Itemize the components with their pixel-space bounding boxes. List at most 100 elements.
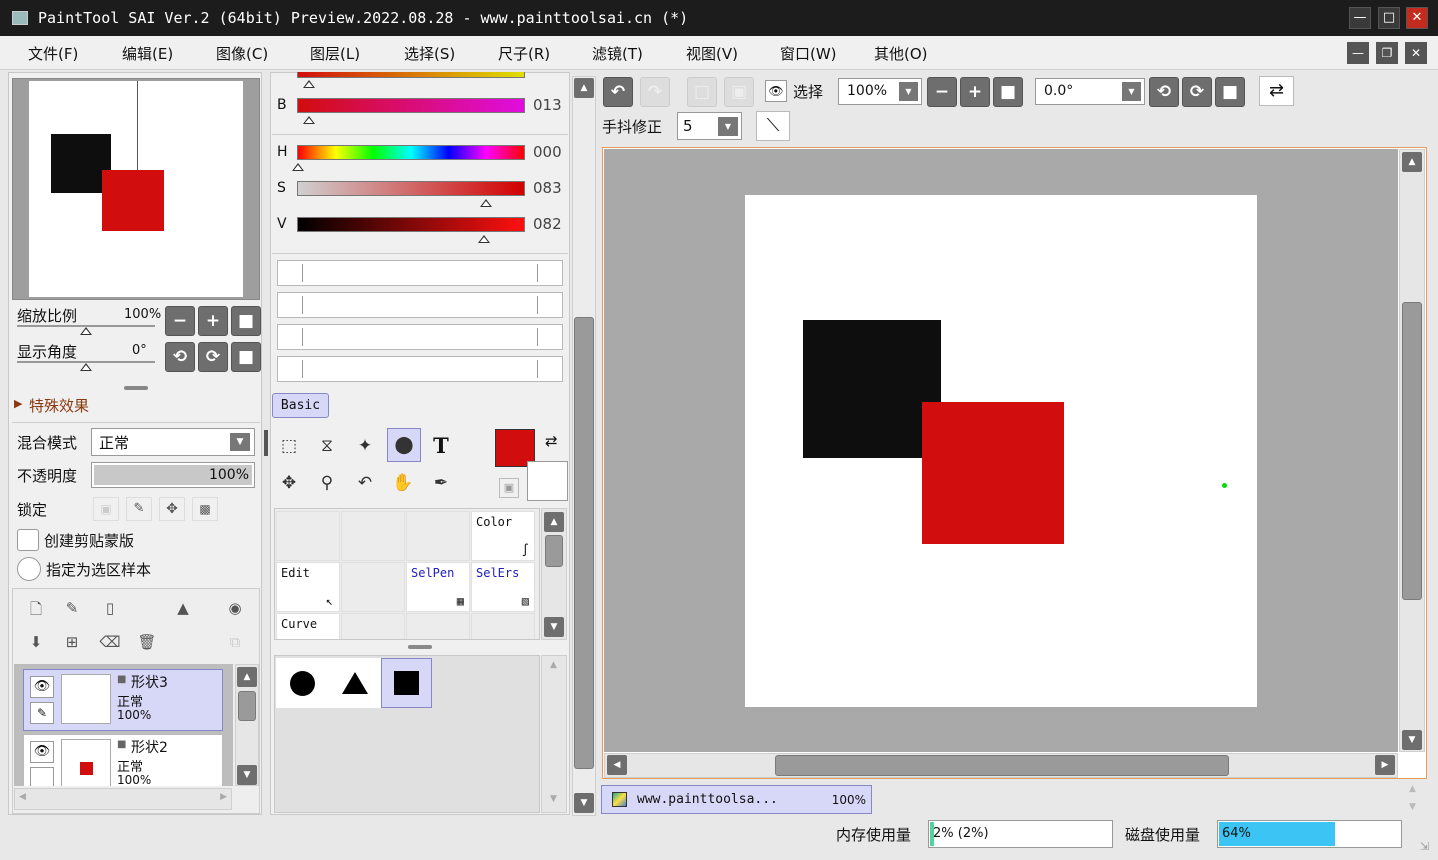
- panel-splitter[interactable]: [124, 386, 148, 390]
- new-folder-icon[interactable]: ▯: [98, 599, 122, 617]
- scroll-up-icon[interactable]: ▲: [1402, 152, 1422, 172]
- lasso-select-icon[interactable]: ⧖: [311, 430, 343, 462]
- effects-label[interactable]: 特殊效果: [29, 395, 89, 416]
- toolbar-zoom-out-button[interactable]: −: [927, 77, 957, 107]
- shape-tool-icon[interactable]: ⬤: [387, 428, 421, 462]
- s-slider-handle[interactable]: [480, 199, 492, 207]
- toolbar-zoom-in-button[interactable]: +: [960, 77, 990, 107]
- scroll-thumb[interactable]: [545, 535, 563, 567]
- transparent-color-icon[interactable]: ▣: [499, 478, 519, 498]
- v-slider-handle[interactable]: [478, 235, 490, 243]
- merge-down-icon[interactable]: ⬇: [24, 633, 48, 651]
- menu-other[interactable]: 其他(O): [874, 43, 928, 64]
- custom-slider-4[interactable]: [277, 356, 563, 382]
- g-slider-handle[interactable]: [303, 80, 315, 88]
- stabilizer-line-icon[interactable]: ⟍: [756, 111, 790, 141]
- deselect-button[interactable]: □: [687, 77, 717, 107]
- layer-mask-icon[interactable]: ◉: [223, 599, 247, 617]
- scroll-down-icon[interactable]: ▼: [544, 617, 564, 637]
- lock-all-icon[interactable]: ▩: [192, 497, 218, 521]
- lock-paint-icon[interactable]: ✎: [126, 497, 152, 521]
- brush-slot-empty[interactable]: [341, 511, 405, 561]
- zoom-in-button[interactable]: +: [198, 306, 228, 336]
- scroll-right-icon[interactable]: ▶: [220, 792, 227, 802]
- clip-mask-checkbox[interactable]: [17, 529, 39, 551]
- shape-circle[interactable]: [276, 658, 329, 708]
- tab-scroll-down-icon[interactable]: ▼: [1409, 802, 1416, 812]
- layer-list-hscrollbar[interactable]: ◀ ▶: [14, 788, 232, 810]
- scroll-up-icon[interactable]: ▲: [544, 512, 564, 532]
- brush-slot-empty[interactable]: [406, 511, 470, 561]
- scroll-left-icon[interactable]: ◀: [607, 755, 627, 775]
- canvas-paper[interactable]: [745, 195, 1257, 707]
- selection-eye-icon[interactable]: 👁: [765, 80, 787, 102]
- edit-pen-icon[interactable]: ✎: [30, 702, 54, 724]
- edit-pen-slot[interactable]: [30, 767, 54, 786]
- s-slider-bar[interactable]: [297, 181, 525, 196]
- brush-slot-edit[interactable]: Edit ↖: [276, 562, 340, 612]
- zoom-out-button[interactable]: −: [165, 306, 195, 336]
- panel-edge-handle[interactable]: [264, 430, 268, 456]
- expand-arrow-icon[interactable]: ▶: [14, 397, 22, 410]
- scroll-thumb[interactable]: [238, 691, 256, 721]
- secondary-color-swatch[interactable]: [527, 461, 568, 501]
- scroll-up-icon[interactable]: ▲: [550, 660, 557, 670]
- lock-transparency-icon[interactable]: ▣: [93, 497, 119, 521]
- canvas-vscrollbar[interactable]: ▲ ▼: [1399, 149, 1425, 752]
- custom-slider-3[interactable]: [277, 324, 563, 350]
- brush-slot-selers[interactable]: SelErs ▧: [471, 562, 535, 612]
- brush-slot-empty[interactable]: [341, 613, 405, 639]
- layer-list-scrollbar[interactable]: ▲ ▼: [235, 664, 259, 786]
- text-tool-icon[interactable]: T: [425, 430, 457, 462]
- brush-slot-empty[interactable]: [471, 613, 535, 639]
- scroll-down-icon[interactable]: ▼: [574, 793, 594, 813]
- angle-combo[interactable]: 0.0° ▼: [1035, 78, 1145, 105]
- hand-tool-icon[interactable]: ✋: [387, 467, 419, 499]
- scroll-left-icon[interactable]: ◀: [19, 792, 26, 802]
- shape-list-scrollbar[interactable]: ▲ ▼: [541, 655, 567, 813]
- stabilizer-select[interactable]: 5 ▼: [677, 112, 742, 140]
- doc-minimize-icon[interactable]: —: [1347, 42, 1369, 64]
- scroll-up-icon[interactable]: ▲: [237, 667, 257, 687]
- brush-slot-empty[interactable]: [341, 562, 405, 612]
- brush-grid-scrollbar[interactable]: ▲ ▼: [541, 508, 567, 640]
- visibility-eye-icon[interactable]: 👁: [30, 741, 54, 763]
- close-button[interactable]: ✕: [1406, 7, 1428, 29]
- scroll-down-icon[interactable]: ▼: [550, 794, 557, 804]
- visibility-eye-icon[interactable]: 👁: [30, 676, 54, 698]
- angle-slider-handle[interactable]: [80, 363, 92, 371]
- eyedropper-icon[interactable]: ✒: [425, 467, 457, 499]
- scroll-right-icon[interactable]: ▶: [1375, 755, 1395, 775]
- delete-layer-icon[interactable]: 🗑: [135, 633, 159, 651]
- rotate-tool-icon[interactable]: ↶: [349, 467, 381, 499]
- b-slider-handle[interactable]: [303, 116, 315, 124]
- custom-slider-1[interactable]: [277, 260, 563, 286]
- scroll-down-icon[interactable]: ▼: [1402, 730, 1422, 750]
- scroll-up-icon[interactable]: ▲: [574, 78, 594, 98]
- tab-scroll-up-icon[interactable]: ▲: [1409, 784, 1416, 794]
- redo-button[interactable]: ↷: [640, 77, 670, 107]
- invert-selection-button[interactable]: ▣: [724, 77, 754, 107]
- layer-item[interactable]: 👁 ■ 形状2 正常 100%: [23, 734, 223, 786]
- brush-slot-empty[interactable]: [276, 511, 340, 561]
- toolbar-zoom-reset-button[interactable]: ■: [993, 77, 1023, 107]
- g-slider-bar[interactable]: [297, 72, 525, 78]
- scroll-thumb[interactable]: [1402, 302, 1422, 600]
- h-slider-handle[interactable]: [292, 163, 304, 171]
- swap-colors-icon[interactable]: ⇄: [545, 432, 558, 450]
- new-linework-layer-icon[interactable]: ✎: [60, 599, 84, 617]
- menu-edit[interactable]: 编辑(E): [122, 43, 173, 64]
- chevron-down-icon[interactable]: ▼: [1122, 82, 1141, 101]
- canvas-viewport[interactable]: [604, 149, 1398, 752]
- zoom-combo[interactable]: 100% ▼: [838, 78, 922, 105]
- rotate-left-button[interactable]: ⟲: [165, 342, 195, 372]
- canvas-hscrollbar[interactable]: ◀ ▶: [604, 753, 1398, 778]
- layer-effect-icon[interactable]: ▲: [171, 599, 195, 617]
- clear-layer-icon[interactable]: ⌫: [98, 633, 122, 651]
- blend-mode-select[interactable]: 正常 ▼: [91, 428, 255, 456]
- black-square-shape[interactable]: [803, 320, 941, 458]
- brush-slot-curve[interactable]: Curve: [276, 613, 340, 639]
- tool-set-tab[interactable]: Basic: [272, 393, 329, 418]
- zoom-reset-button[interactable]: ■: [231, 306, 261, 336]
- scroll-thumb[interactable]: [574, 317, 594, 769]
